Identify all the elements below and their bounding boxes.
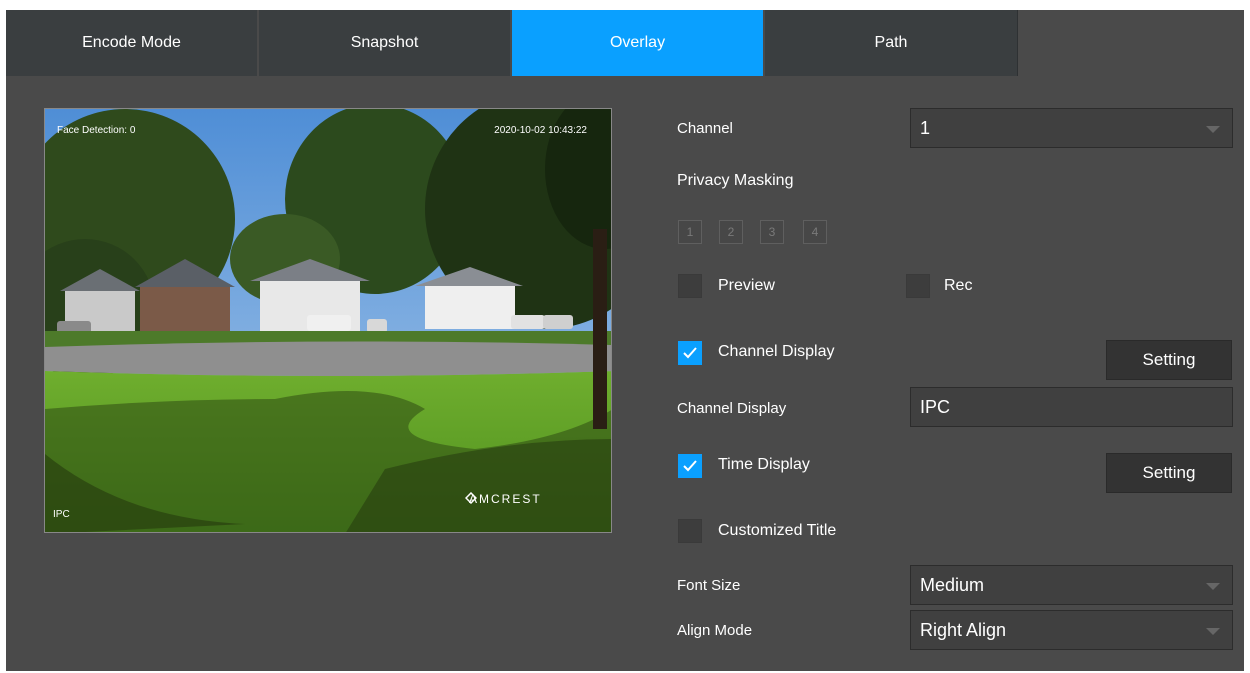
align-mode-value: Right Align [920, 619, 1007, 640]
chevron-down-icon [1206, 583, 1220, 590]
time-display-checkbox[interactable] [678, 454, 702, 478]
overlay-settings-panel: Encode Mode Snapshot Overlay Path Face D… [6, 10, 1244, 671]
chevron-down-icon [1206, 126, 1220, 133]
privacy-mask-region-2[interactable]: 2 [719, 220, 743, 244]
align-mode-select[interactable]: Right Align [910, 610, 1233, 650]
tab-overlay[interactable]: Overlay [512, 10, 765, 76]
camera-preview[interactable]: Face Detection: 0 2020-10-02 10:43:22 IP… [44, 108, 612, 533]
chevron-down-icon [1206, 628, 1220, 635]
tab-label: Snapshot [350, 34, 419, 51]
tab-bar: Encode Mode Snapshot Overlay Path [6, 10, 1018, 76]
tab-label: Path [874, 34, 908, 51]
font-size-label: Font Size [677, 577, 741, 594]
time-display-setting-button[interactable]: Setting [1106, 453, 1232, 493]
privacy-mask-region-1[interactable]: 1 [678, 220, 702, 244]
tab-label: Overlay [609, 34, 666, 51]
logo-text: AMCREST [469, 492, 542, 506]
amcrest-logo: AMCREST [465, 492, 542, 506]
font-size-select[interactable]: Medium [910, 565, 1233, 605]
channel-display-checkbox[interactable] [678, 341, 702, 365]
channel-display-toggle-label: Channel Display [718, 343, 835, 360]
preview-label: Preview [718, 277, 775, 294]
tab-encode-mode[interactable]: Encode Mode [6, 10, 259, 76]
tab-snapshot[interactable]: Snapshot [259, 10, 512, 76]
privacy-mask-region-4[interactable]: 4 [803, 220, 827, 244]
time-display-label: Time Display [718, 456, 810, 473]
customized-title-checkbox[interactable] [678, 519, 702, 543]
privacy-masking-label: Privacy Masking [677, 172, 794, 189]
channel-display-name-label: Channel Display [677, 400, 787, 417]
channel-value: 1 [920, 117, 931, 138]
preview-checkbox[interactable] [678, 274, 702, 298]
camera-scene-image [45, 109, 611, 532]
channel-display-name-value: IPC [920, 396, 951, 417]
tab-path[interactable]: Path [765, 10, 1018, 76]
channel-label: Channel [677, 120, 733, 137]
check-icon [683, 347, 697, 359]
overlay-timestamp-text: 2020-10-02 10:43:22 [494, 125, 587, 136]
tab-label: Encode Mode [82, 34, 181, 51]
channel-display-name-input[interactable]: IPC [910, 387, 1233, 427]
align-mode-label: Align Mode [677, 622, 753, 639]
overlay-channel-text: IPC [53, 509, 70, 520]
privacy-mask-region-3[interactable]: 3 [760, 220, 784, 244]
channel-display-setting-button[interactable]: Setting [1106, 340, 1232, 380]
font-size-value: Medium [920, 574, 985, 595]
overlay-top-left-text: Face Detection: 0 [57, 125, 136, 136]
rec-label: Rec [944, 277, 973, 294]
check-icon [683, 460, 697, 472]
customized-title-label: Customized Title [718, 522, 837, 539]
channel-select[interactable]: 1 [910, 108, 1233, 148]
rec-checkbox[interactable] [906, 274, 930, 298]
